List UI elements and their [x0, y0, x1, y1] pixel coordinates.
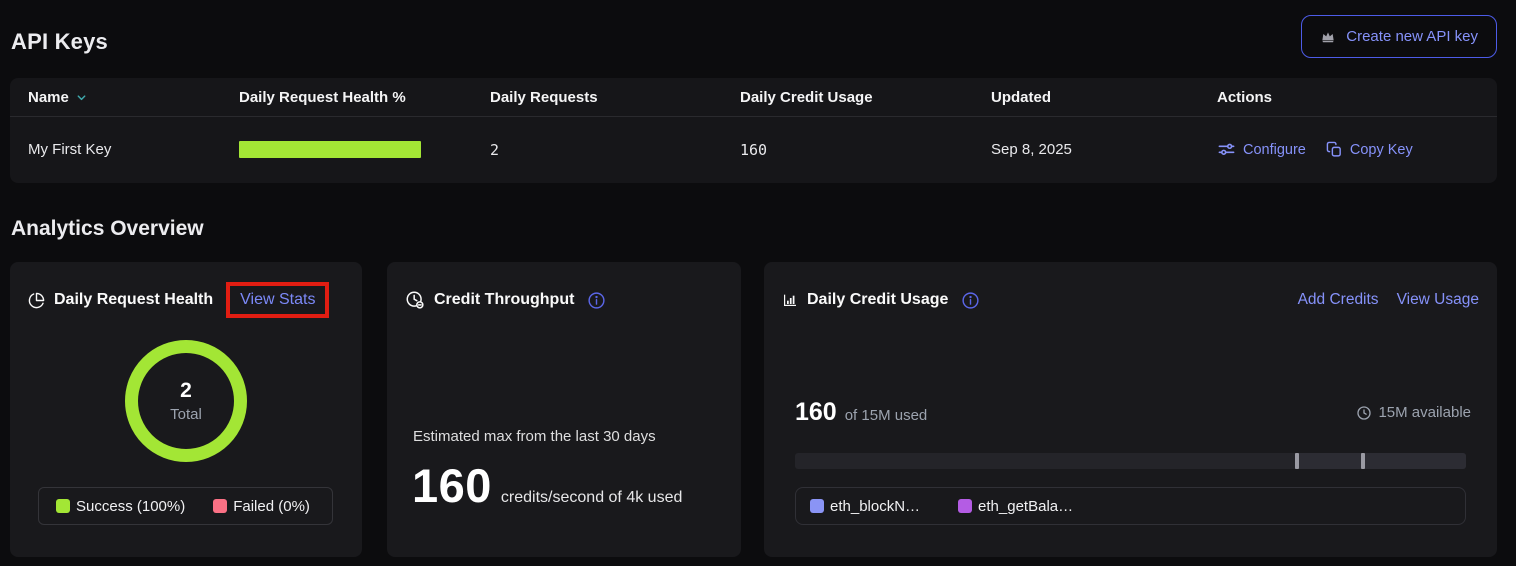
column-header-updated: Updated	[991, 89, 1217, 106]
copy-key-link[interactable]: Copy Key	[1326, 141, 1413, 158]
throughput-note: Estimated max from the last 30 days	[413, 428, 656, 445]
create-api-key-label: Create new API key	[1346, 28, 1478, 45]
sort-chevron-icon	[76, 92, 87, 103]
donut-total-value: 2	[180, 379, 192, 403]
credit-usage-progress-bar	[795, 453, 1466, 469]
usage-bar-tick	[1295, 453, 1299, 469]
updated-value: Sep 8, 2025	[991, 141, 1217, 158]
credits-used-suffix: of 15M used	[845, 407, 928, 424]
view-stats-annotation-box: View Stats	[226, 282, 329, 318]
legend-item-eth-getbalance: eth_getBala…	[958, 498, 1073, 515]
configure-link[interactable]: Configure	[1217, 140, 1306, 159]
crown-icon	[1320, 29, 1336, 45]
daily-credit-usage-value: 160	[740, 141, 991, 159]
column-header-credit-usage: Daily Credit Usage	[740, 89, 991, 106]
credits-available: 15M available	[1356, 404, 1471, 421]
api-key-name: My First Key	[28, 141, 239, 158]
legend-item-eth-blocknumber: eth_blockN…	[810, 498, 920, 515]
daily-request-health-card: Daily Request Health View Stats 2 Total …	[10, 262, 362, 557]
eth-getbalance-swatch	[958, 499, 972, 513]
page-title: API Keys	[11, 29, 108, 55]
column-header-health: Daily Request Health %	[239, 89, 490, 106]
pie-chart-icon	[28, 292, 45, 309]
usage-bar-segment	[1295, 453, 1466, 469]
view-stats-link[interactable]: View Stats	[240, 291, 315, 308]
card-title-usage: Daily Credit Usage	[807, 291, 948, 309]
view-usage-link[interactable]: View Usage	[1397, 291, 1479, 309]
credit-throughput-card: Credit Throughput Estimated max from the…	[387, 262, 741, 557]
legend-item-success: Success (100%)	[56, 498, 185, 515]
usage-bar-tick	[1361, 453, 1365, 469]
clock-icon	[1356, 405, 1372, 421]
legend-item-failed: Failed (0%)	[213, 498, 310, 515]
health-percent-bar	[239, 141, 421, 158]
column-header-name[interactable]: Name	[28, 89, 239, 106]
throughput-value: 160	[412, 458, 492, 513]
section-title: Analytics Overview	[11, 217, 204, 241]
api-keys-table: Name Daily Request Health % Daily Reques…	[10, 78, 1497, 183]
donut-total-label: Total	[170, 406, 202, 423]
info-icon[interactable]	[587, 291, 606, 310]
request-health-donut: 2 Total	[125, 340, 247, 462]
failed-swatch	[213, 499, 227, 513]
usage-legend: eth_blockN… eth_getBala…	[795, 487, 1466, 525]
health-legend: Success (100%) Failed (0%)	[38, 487, 333, 525]
add-credits-link[interactable]: Add Credits	[1298, 291, 1379, 309]
gauge-icon	[405, 290, 425, 310]
copy-icon	[1326, 141, 1343, 158]
sliders-icon	[1217, 140, 1236, 159]
credits-used-value: 160	[795, 398, 837, 427]
success-swatch	[56, 499, 70, 513]
column-header-actions: Actions	[1217, 89, 1479, 106]
bar-chart-icon	[782, 292, 798, 308]
table-header-row: Name Daily Request Health % Daily Reques…	[10, 78, 1497, 117]
daily-requests-value: 2	[490, 141, 740, 159]
eth-blocknumber-swatch	[810, 499, 824, 513]
card-title-health: Daily Request Health	[54, 291, 213, 309]
throughput-unit: credits/second of 4k used	[501, 489, 682, 507]
table-row: My First Key 2 160 Sep 8, 2025 Configure…	[10, 117, 1497, 182]
info-icon[interactable]	[961, 291, 980, 310]
card-title-throughput: Credit Throughput	[434, 291, 574, 309]
dashboard-page: API Keys Create new API key Name Daily R…	[0, 0, 1516, 566]
create-api-key-button[interactable]: Create new API key	[1301, 15, 1497, 58]
column-header-requests: Daily Requests	[490, 89, 740, 106]
daily-credit-usage-card: Daily Credit Usage Add Credits View Usag…	[764, 262, 1497, 557]
